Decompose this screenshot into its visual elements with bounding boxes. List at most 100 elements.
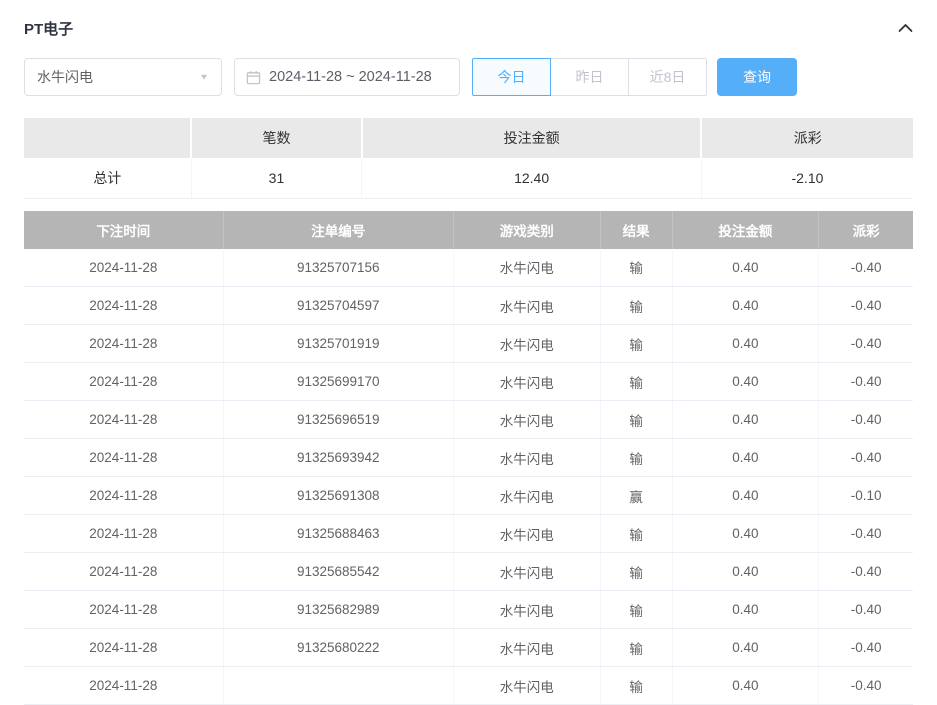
order-no-cell: 91325696519: [223, 401, 453, 439]
payout-cell: -0.40: [819, 629, 913, 667]
summary-total-label: 总计: [24, 158, 191, 198]
game-type-cell: 水牛闪电: [453, 515, 600, 553]
game-type-cell: 水牛闪电: [453, 591, 600, 629]
detail-header-bet-amount: 投注金额: [672, 211, 819, 249]
payout-cell: -0.40: [819, 515, 913, 553]
result-cell: 输: [600, 591, 672, 629]
date-quick-filters: 今日 昨日 近8日: [472, 58, 707, 96]
bet-time-cell: 2024-11-28: [24, 325, 223, 363]
payout-cell: -0.40: [819, 439, 913, 477]
game-type-cell: 水牛闪电: [453, 629, 600, 667]
result-cell: 输: [600, 363, 672, 401]
chevron-up-icon: [898, 23, 913, 33]
chevron-down-icon: ▼: [199, 73, 209, 82]
bet-amount-cell: 0.40: [672, 363, 819, 401]
payout-cell: -0.40: [819, 591, 913, 629]
bet-amount-cell: 0.40: [672, 287, 819, 325]
table-row: 2024-11-2891325701919水牛闪电输0.40-0.40: [24, 325, 913, 363]
table-row: 2024-11-2891325707156水牛闪电输0.40-0.40: [24, 249, 913, 287]
game-select-value: 水牛闪电: [37, 67, 93, 87]
table-row: 2024-11-2891325699170水牛闪电输0.40-0.40: [24, 363, 913, 401]
bet-amount-cell: 0.40: [672, 325, 819, 363]
game-type-cell: 水牛闪电: [453, 249, 600, 287]
order-no-cell: 91325707156: [223, 249, 453, 287]
game-type-cell: 水牛闪电: [453, 553, 600, 591]
last-8-days-button[interactable]: 近8日: [628, 58, 707, 96]
payout-cell: -0.40: [819, 553, 913, 591]
result-cell: 输: [600, 515, 672, 553]
bet-amount-cell: 0.40: [672, 249, 819, 287]
date-range-input[interactable]: 2024-11-28 ~ 2024-11-28: [234, 58, 460, 96]
game-select[interactable]: 水牛闪电 ▼: [24, 58, 222, 96]
bet-time-cell: 2024-11-28: [24, 553, 223, 591]
result-cell: 输: [600, 553, 672, 591]
payout-cell: -0.10: [819, 477, 913, 515]
table-row: 2024-11-2891325688463水牛闪电输0.40-0.40: [24, 515, 913, 553]
table-row: 2024-11-2891325682989水牛闪电输0.40-0.40: [24, 591, 913, 629]
detail-table-body: 2024-11-2891325707156水牛闪电输0.40-0.402024-…: [24, 249, 913, 705]
bet-time-cell: 2024-11-28: [24, 287, 223, 325]
payout-cell: -0.40: [819, 249, 913, 287]
summary-header-payout: 派彩: [701, 118, 913, 158]
game-type-cell: 水牛闪电: [453, 477, 600, 515]
bet-amount-cell: 0.40: [672, 477, 819, 515]
table-row: 2024-11-28水牛闪电输0.40-0.40: [24, 667, 913, 705]
result-cell: 输: [600, 439, 672, 477]
result-cell: 输: [600, 287, 672, 325]
payout-cell: -0.40: [819, 287, 913, 325]
today-button[interactable]: 今日: [472, 58, 551, 96]
query-button[interactable]: 查询: [717, 58, 797, 96]
result-cell: 输: [600, 667, 672, 705]
order-no-cell: 91325693942: [223, 439, 453, 477]
result-cell: 赢: [600, 477, 672, 515]
yesterday-button[interactable]: 昨日: [550, 58, 629, 96]
summary-total-payout: -2.10: [701, 158, 913, 198]
summary-table: 笔数 投注金额 派彩 总计 31 12.40 -2.10: [24, 118, 913, 199]
payout-cell: -0.40: [819, 401, 913, 439]
detail-header-bet-time: 下注时间: [24, 211, 223, 249]
summary-total-row: 总计 31 12.40 -2.10: [24, 158, 913, 198]
bet-time-cell: 2024-11-28: [24, 591, 223, 629]
payout-cell: -0.40: [819, 325, 913, 363]
result-cell: 输: [600, 249, 672, 287]
table-row: 2024-11-2891325704597水牛闪电输0.40-0.40: [24, 287, 913, 325]
game-type-cell: 水牛闪电: [453, 287, 600, 325]
order-no-cell: 91325701919: [223, 325, 453, 363]
bet-amount-cell: 0.40: [672, 553, 819, 591]
game-type-cell: 水牛闪电: [453, 325, 600, 363]
order-no-cell: 91325688463: [223, 515, 453, 553]
bet-time-cell: 2024-11-28: [24, 667, 223, 705]
table-row: 2024-11-2891325693942水牛闪电输0.40-0.40: [24, 439, 913, 477]
game-type-cell: 水牛闪电: [453, 363, 600, 401]
game-type-cell: 水牛闪电: [453, 667, 600, 705]
order-no-cell: 91325682989: [223, 591, 453, 629]
bet-amount-cell: 0.40: [672, 629, 819, 667]
calendar-icon: [246, 70, 261, 85]
order-no-cell: [223, 667, 453, 705]
summary-total-bet-amount: 12.40: [362, 158, 702, 198]
result-cell: 输: [600, 325, 672, 363]
table-row: 2024-11-2891325691308水牛闪电赢0.40-0.10: [24, 477, 913, 515]
detail-header-payout: 派彩: [819, 211, 913, 249]
order-no-cell: 91325680222: [223, 629, 453, 667]
bet-time-cell: 2024-11-28: [24, 439, 223, 477]
bet-time-cell: 2024-11-28: [24, 515, 223, 553]
bet-amount-cell: 0.40: [672, 591, 819, 629]
bet-amount-cell: 0.40: [672, 439, 819, 477]
order-no-cell: 91325691308: [223, 477, 453, 515]
bet-time-cell: 2024-11-28: [24, 363, 223, 401]
bet-detail-table: 下注时间 注单编号 游戏类别 结果 投注金额 派彩 2024-11-289132…: [24, 211, 913, 705]
collapse-button[interactable]: [897, 20, 913, 36]
summary-header-count: 笔数: [191, 118, 362, 158]
summary-total-count: 31: [191, 158, 362, 198]
order-no-cell: 91325704597: [223, 287, 453, 325]
summary-header-empty: [24, 118, 191, 158]
game-type-cell: 水牛闪电: [453, 401, 600, 439]
summary-header-bet-amount: 投注金额: [362, 118, 702, 158]
detail-header-row: 下注时间 注单编号 游戏类别 结果 投注金额 派彩: [24, 211, 913, 249]
bet-amount-cell: 0.40: [672, 667, 819, 705]
filter-bar: 水牛闪电 ▼ 2024-11-28 ~ 2024-11-28 今日 昨日 近8日…: [24, 58, 913, 96]
detail-header-result: 结果: [600, 211, 672, 249]
bet-amount-cell: 0.40: [672, 401, 819, 439]
page-title: PT电子: [24, 18, 73, 39]
